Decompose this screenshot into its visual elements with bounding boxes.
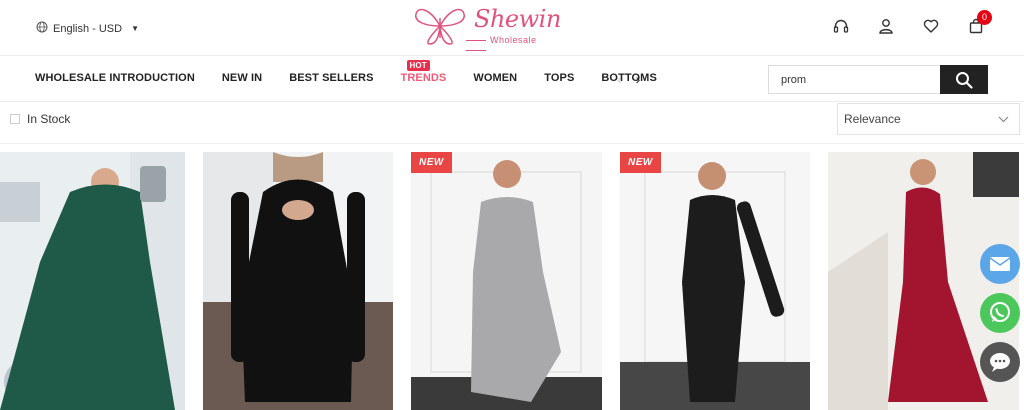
main-navigation: WHOLESALE INTRODUCTION NEW IN BEST SELLE…	[0, 56, 1024, 102]
chevron-down-icon	[998, 116, 1009, 122]
email-contact-button[interactable]	[980, 244, 1020, 284]
nav-item-new-in[interactable]: NEW IN	[222, 72, 262, 84]
language-label: English - USD	[53, 22, 123, 35]
customer-service-button[interactable]	[831, 15, 851, 37]
divider	[0, 143, 1024, 144]
product-card[interactable]	[203, 152, 393, 410]
account-button[interactable]	[876, 15, 896, 37]
search-bar	[768, 65, 988, 94]
sort-selected-value: Relevance	[844, 112, 901, 126]
product-card[interactable]	[0, 152, 185, 410]
product-image[interactable]	[203, 152, 393, 410]
product-image[interactable]	[0, 152, 185, 410]
nav-item-trends-label: TRENDS	[400, 72, 447, 84]
whatsapp-icon	[980, 293, 1020, 333]
sort-dropdown[interactable]: Relevance	[837, 103, 1020, 135]
caret-down-icon: ▼	[131, 24, 139, 33]
brand-subtitle: Wholesale	[462, 35, 547, 55]
whatsapp-contact-button[interactable]	[980, 293, 1020, 333]
nav-prev-arrow-icon[interactable]: ‹	[617, 71, 622, 87]
product-image[interactable]	[411, 152, 602, 410]
header: English - USD ▼ Shewin Wholesale 0	[0, 0, 1024, 56]
in-stock-filter[interactable]: In Stock	[10, 112, 70, 126]
language-currency-selector[interactable]: English - USD ▼	[36, 21, 139, 36]
site-logo[interactable]: Shewin Wholesale	[412, 4, 561, 50]
nav-next-arrow-icon[interactable]: ›	[636, 71, 641, 87]
live-chat-button[interactable]	[980, 342, 1020, 382]
product-image[interactable]	[620, 152, 810, 410]
user-icon	[879, 19, 893, 34]
search-input[interactable]	[769, 66, 940, 93]
chat-bubble-icon	[980, 342, 1020, 382]
nav-item-women[interactable]: WOMEN	[473, 72, 517, 84]
cart-count-badge: 0	[977, 10, 992, 25]
in-stock-label: In Stock	[27, 112, 71, 126]
product-card[interactable]: NEW	[411, 152, 602, 410]
nav-item-wholesale-introduction[interactable]: WHOLESALE INTRODUCTION	[35, 72, 195, 84]
nav-item-best-sellers[interactable]: BEST SELLERS	[289, 72, 373, 84]
envelope-icon	[980, 244, 1020, 284]
globe-icon	[36, 21, 48, 36]
cart-button[interactable]: 0	[966, 10, 992, 37]
hot-badge: HOT	[406, 60, 430, 71]
butterfly-logo-icon	[415, 8, 465, 45]
heart-icon	[923, 19, 939, 33]
product-card[interactable]: NEW	[620, 152, 810, 410]
search-button[interactable]	[940, 65, 988, 94]
dress-shape	[682, 195, 745, 402]
new-badge: NEW	[411, 152, 452, 173]
headset-icon	[833, 19, 849, 33]
brand-name: Shewin	[474, 5, 561, 33]
search-icon	[956, 71, 973, 89]
nav-item-tops[interactable]: TOPS	[544, 72, 574, 84]
new-badge: NEW	[620, 152, 661, 173]
in-stock-checkbox[interactable]	[10, 114, 20, 124]
nav-item-trends[interactable]: HOT TRENDS	[400, 60, 447, 84]
wishlist-button[interactable]	[921, 15, 941, 37]
